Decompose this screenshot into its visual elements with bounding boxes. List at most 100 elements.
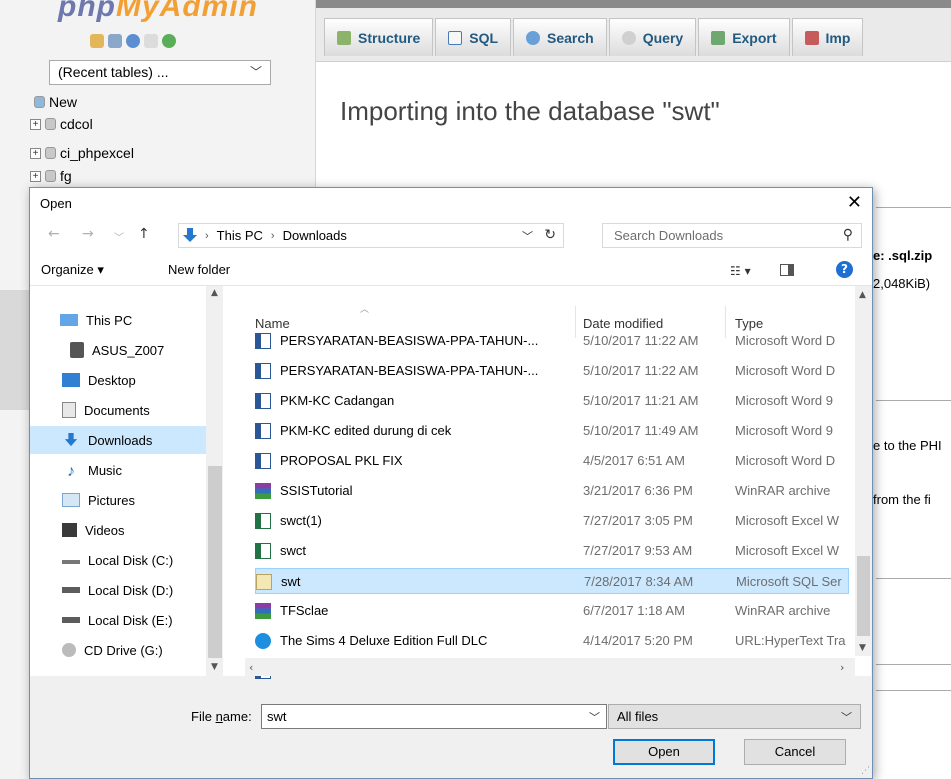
expand-icon[interactable]: +	[30, 170, 41, 182]
nav-item-local-disk-c[interactable]: Local Disk (C:)	[62, 546, 173, 574]
scroll-up-icon[interactable]: ▲	[211, 288, 218, 298]
tab-structure[interactable]: Structure	[324, 18, 434, 56]
nav-pane-scroll-thumb[interactable]	[208, 466, 222, 658]
file-date: 4/14/2017 5:20 PM	[583, 633, 693, 648]
scroll-down-icon[interactable]: ▼	[859, 643, 866, 653]
file-row[interactable]: The Sims 4 Deluxe Edition Full DLC 4/14/2…	[255, 628, 849, 654]
nav-item-music[interactable]: ♪ Music	[62, 456, 122, 484]
breadcrumb-separator-icon: ›	[205, 229, 209, 242]
file-row[interactable]: PKM-KC edited durung di cek 5/10/2017 11:…	[255, 418, 849, 444]
nav-label: Videos	[85, 522, 125, 538]
back-arrow-icon[interactable]: ←	[48, 226, 60, 242]
file-type: URL:HyperText Tra	[735, 633, 846, 648]
file-row[interactable]: PERSYARATAN-BEASISWA-PPA-TAHUN-... 5/10/2…	[255, 328, 849, 354]
file-type: Microsoft Word 9	[735, 393, 834, 408]
nav-label: Downloads	[88, 432, 153, 448]
close-icon[interactable]: ✕	[847, 192, 862, 213]
logout-icon[interactable]	[108, 34, 122, 48]
pma-logo[interactable]: phpMyAdmin	[58, 0, 258, 24]
organize-button[interactable]: Organize ▾	[41, 262, 104, 278]
nav-item-asus-z007[interactable]: ASUS_Z007	[70, 336, 164, 364]
file-list: ︿ Name Date modified Type PERSYARATAN-BE…	[245, 286, 871, 679]
label-part: File	[191, 709, 216, 724]
help-icon[interactable]: ?	[836, 261, 853, 278]
reload-icon[interactable]	[162, 34, 176, 48]
tree-item-cdcol[interactable]: + cdcol	[30, 116, 93, 132]
tab-query[interactable]: Query	[608, 18, 697, 56]
help-icon[interactable]	[126, 34, 140, 48]
file-row[interactable]: swct(1) 7/27/2017 3:05 PM Microsoft Excel …	[255, 508, 849, 534]
change-view-icon[interactable]: ☷ ▾	[730, 264, 751, 278]
breadcrumb-this-pc[interactable]: This PC	[217, 228, 263, 243]
tab-sql[interactable]: SQL	[435, 18, 512, 56]
tab-label: Export	[732, 29, 777, 46]
expand-icon[interactable]: +	[30, 118, 41, 130]
nav-label: Desktop	[88, 372, 136, 388]
tree-item-ci-phpexcel[interactable]: + ci_phpexcel	[30, 145, 134, 161]
file-name-input[interactable]: swt ﹀	[261, 704, 607, 729]
winrar-icon	[255, 603, 271, 619]
breadcrumb-downloads[interactable]: Downloads	[283, 228, 347, 243]
file-row[interactable]: swct 7/27/2017 9:53 AM Microsoft Excel W	[255, 538, 849, 564]
tab-label: Query	[642, 29, 684, 46]
nav-label: Local Disk (C:)	[88, 552, 174, 568]
divider	[876, 690, 951, 691]
nav-item-desktop[interactable]: Desktop	[62, 366, 136, 394]
excel-icon	[255, 543, 271, 559]
file-row[interactable]: PKM-KC Cadangan 5/10/2017 11:21 AM Microso…	[255, 388, 849, 414]
search-input[interactable]: Search Downloads ⚲	[602, 223, 862, 248]
chevron-down-icon[interactable]: ﹀	[522, 228, 533, 244]
desktop-icon	[62, 373, 80, 387]
tab-export[interactable]: Export	[698, 18, 790, 56]
nav-item-local-disk-e[interactable]: Local Disk (E:)	[62, 606, 173, 634]
cancel-button[interactable]: Cancel	[744, 739, 846, 765]
nav-label: Local Disk (E:)	[88, 612, 173, 628]
scroll-left-icon[interactable]: ‹	[249, 661, 253, 674]
file-list-horizontal-scrollbar[interactable]	[245, 658, 855, 676]
file-type-select[interactable]: All files ﹀	[608, 704, 861, 729]
nav-item-downloads[interactable]: Downloads	[30, 426, 206, 454]
videos-icon	[62, 523, 77, 537]
new-folder-button[interactable]: New folder	[168, 262, 230, 277]
tree-item-fg[interactable]: + fg	[30, 168, 72, 184]
tab-import[interactable]: Imp	[791, 18, 864, 56]
nav-item-videos[interactable]: Videos	[62, 516, 125, 544]
preview-pane-icon[interactable]	[780, 264, 794, 276]
nav-item-this-pc[interactable]: This PC	[60, 306, 132, 334]
tab-search[interactable]: Search	[513, 18, 607, 56]
scroll-down-icon[interactable]: ▼	[211, 662, 218, 672]
open-button[interactable]: Open	[613, 739, 715, 765]
up-arrow-icon[interactable]: ↑	[138, 226, 150, 242]
file-row[interactable]: SSISTutorial 3/21/2017 6:36 PM WinRAR arch…	[255, 478, 849, 504]
recent-locations-chevron-icon[interactable]: ﹀	[114, 229, 124, 244]
docs-icon[interactable]	[144, 34, 158, 48]
tree-item-new[interactable]: New	[34, 94, 77, 110]
nav-item-cd-drive-g[interactable]: CD Drive (G:)	[62, 636, 163, 664]
file-date: 7/27/2017 9:53 AM	[583, 543, 693, 558]
logo-myadmin: MyAdmin	[115, 0, 258, 23]
file-list-scroll-thumb[interactable]	[857, 556, 870, 636]
tree-label: ci_phpexcel	[60, 145, 134, 161]
forward-arrow-icon[interactable]: →	[82, 226, 94, 242]
expand-icon[interactable]: +	[30, 147, 41, 159]
scroll-up-icon[interactable]: ▲	[859, 290, 866, 300]
refresh-icon[interactable]: ↻	[544, 226, 556, 243]
home-icon[interactable]	[90, 34, 104, 48]
file-row[interactable]: PROPOSAL PKL FIX 4/5/2017 6:51 AM Microsof…	[255, 448, 849, 474]
nav-item-local-disk-d[interactable]: Local Disk (D:)	[62, 576, 173, 604]
nav-item-pictures[interactable]: Pictures	[62, 486, 135, 514]
file-row[interactable]: PERSYARATAN-BEASISWA-PPA-TAHUN-... 5/10/2…	[255, 358, 849, 384]
file-row[interactable]: swt 7/28/2017 8:34 AM Microsoft SQL Ser	[255, 568, 849, 594]
address-bar[interactable]: › This PC › Downloads ﹀ ↻	[178, 223, 564, 248]
file-row[interactable]: TFSclae 6/7/2017 1:18 AM WinRAR archive	[255, 598, 849, 624]
sql-icon	[448, 30, 463, 45]
chevron-down-icon[interactable]: ﹀	[589, 709, 600, 725]
scroll-right-icon[interactable]: ›	[840, 661, 844, 674]
nav-item-documents[interactable]: Documents	[62, 396, 150, 424]
dialog-title-bar[interactable]: Open ✕	[30, 188, 872, 218]
file-name: PKM-KC Cadangan	[280, 393, 395, 408]
tab-label: SQL	[469, 29, 499, 46]
recent-tables-select[interactable]: (Recent tables) ... ﹀	[49, 60, 271, 85]
file-name: TFSclae	[280, 603, 329, 618]
resize-grip-icon[interactable]: ⋰	[861, 766, 870, 776]
